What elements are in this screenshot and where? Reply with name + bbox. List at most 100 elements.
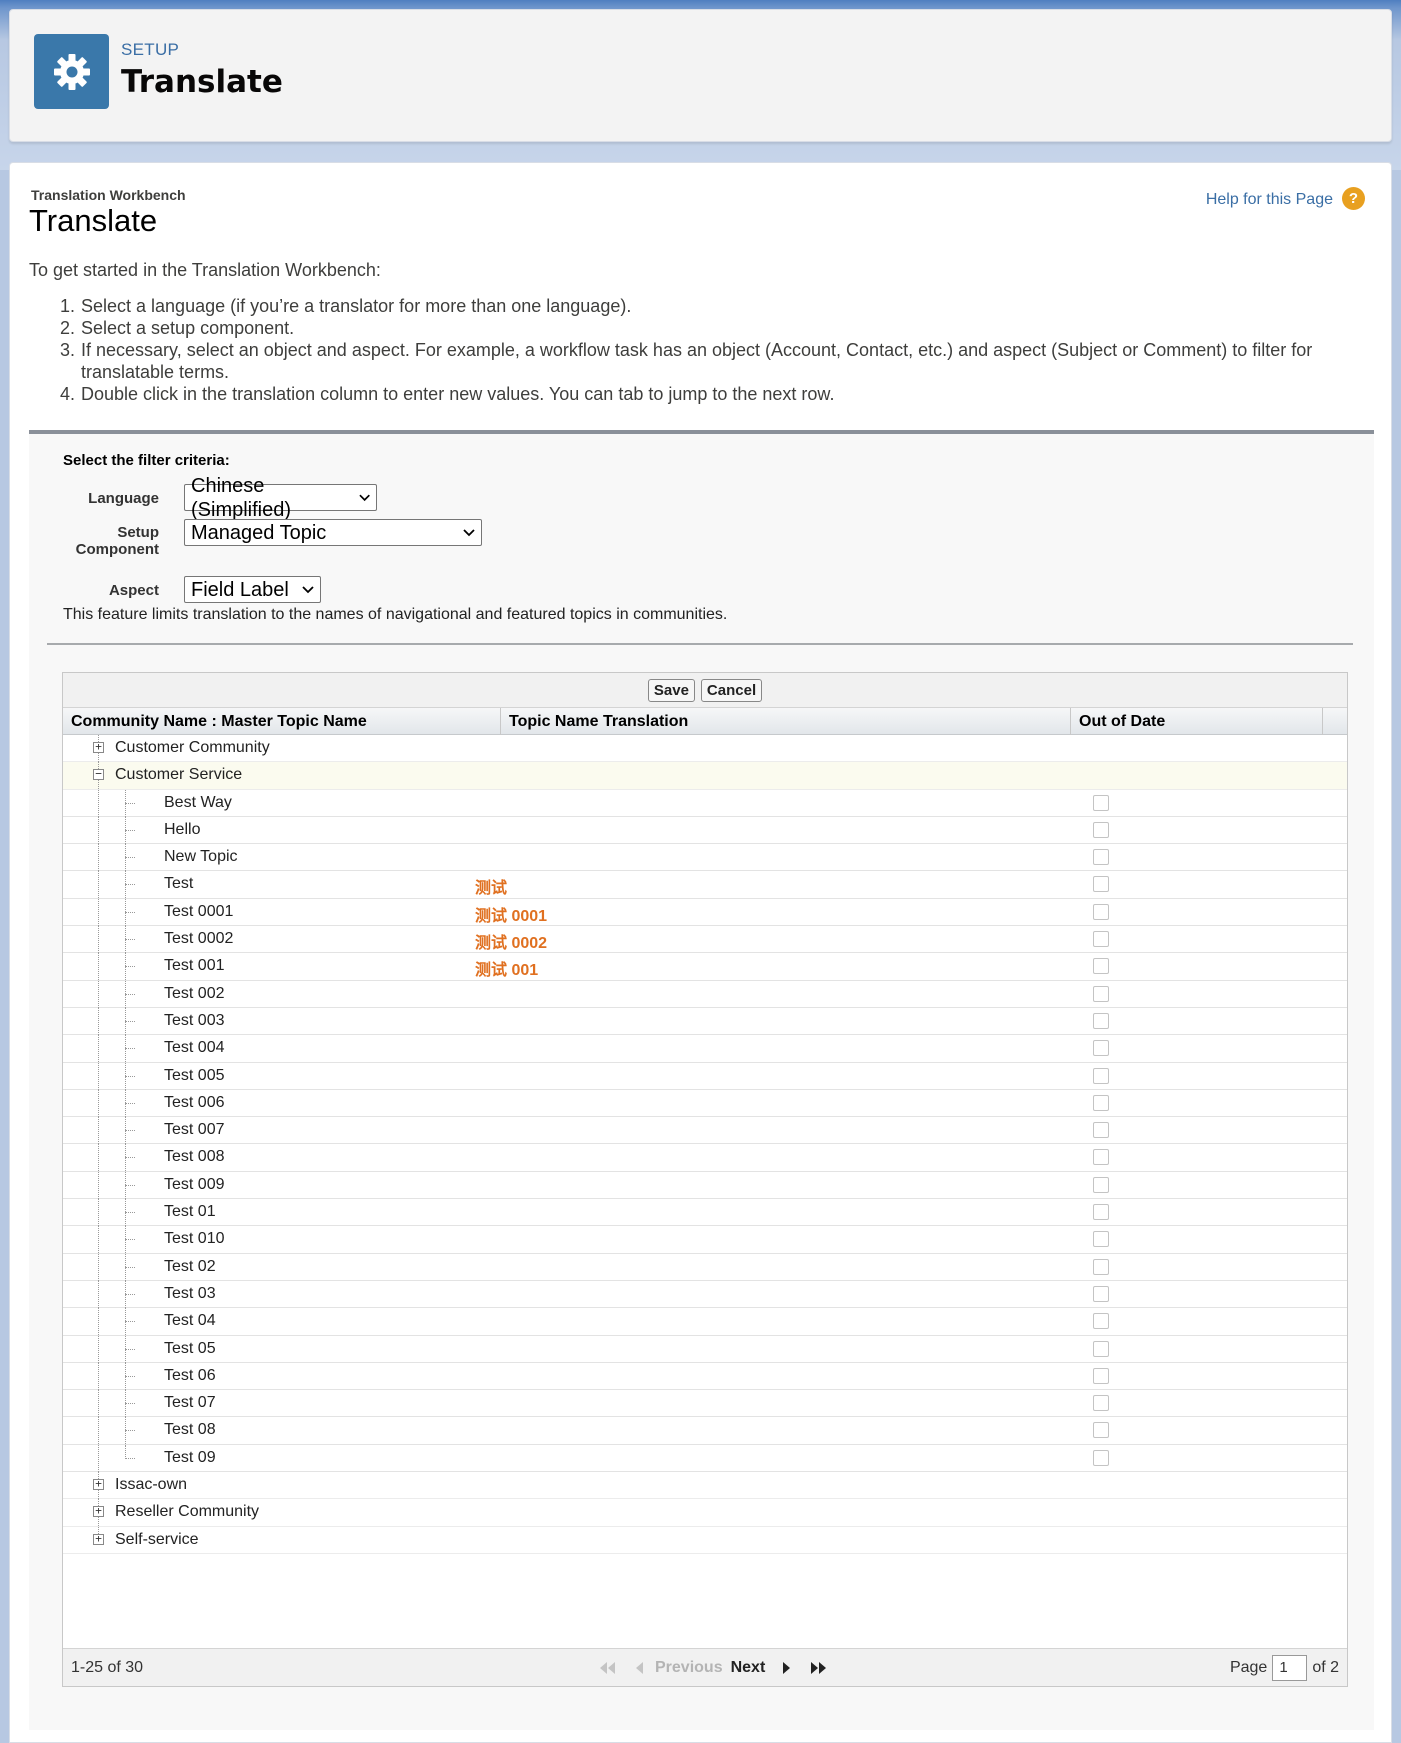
step-text: Select a language (if you’re a translato… (81, 296, 632, 316)
table-row[interactable]: Test 测试 (63, 871, 1347, 899)
table-row[interactable]: Test 010 (63, 1226, 1347, 1254)
out-of-date-checkbox[interactable] (1093, 1149, 1109, 1166)
tree-connector (125, 802, 135, 804)
help-icon[interactable]: ? (1342, 187, 1365, 210)
table-row[interactable]: Test 06 (63, 1362, 1347, 1391)
out-of-date-checkbox[interactable] (1093, 1067, 1109, 1084)
table-row[interactable]: Test 002 (63, 980, 1347, 1008)
out-of-date-checkbox[interactable] (1093, 1231, 1109, 1248)
master-topic-name: Test 005 (164, 1066, 225, 1084)
table-row[interactable]: Test 004 (63, 1035, 1347, 1063)
table-row[interactable]: Test 01 (63, 1199, 1347, 1227)
tree-parent-row[interactable]: + Issac-own (63, 1472, 1347, 1500)
table-row[interactable]: Test 008 (63, 1144, 1347, 1172)
page-label: Page (1229, 1659, 1268, 1676)
out-of-date-checkbox[interactable] (1093, 1313, 1109, 1330)
cancel-button[interactable]: Cancel (700, 678, 763, 702)
master-topic-name: Test 008 (164, 1148, 225, 1166)
language-label: Language (88, 490, 159, 507)
tree-connector (125, 1157, 135, 1159)
out-of-date-checkbox[interactable] (1093, 1449, 1109, 1466)
out-of-date-checkbox[interactable] (1093, 1258, 1109, 1275)
setup-component-select[interactable]: Managed Topic (184, 519, 482, 546)
out-of-date-checkbox[interactable] (1093, 849, 1109, 866)
table-row[interactable]: Test 003 (63, 1007, 1347, 1036)
page-number-input[interactable]: 1 (1272, 1655, 1308, 1681)
master-topic-name: Test 05 (164, 1339, 216, 1357)
topic-translation-cell[interactable]: 测试 001 (475, 956, 538, 980)
double-chevron-right-icon[interactable] (809, 1661, 827, 1675)
table-row[interactable]: New Topic (63, 844, 1347, 872)
out-of-date-checkbox[interactable] (1093, 1122, 1109, 1139)
aspect-select[interactable]: Field Label (184, 576, 321, 603)
table-row[interactable]: Test 03 (63, 1280, 1347, 1309)
topic-translation-cell[interactable]: 测试 0002 (475, 929, 547, 953)
collapse-icon[interactable]: − (93, 768, 104, 781)
out-of-date-checkbox[interactable] (1093, 1204, 1109, 1221)
out-of-date-checkbox[interactable] (1093, 1094, 1109, 1111)
table-row[interactable]: Hello (63, 816, 1347, 845)
table-row[interactable]: Test 02 (63, 1253, 1347, 1281)
out-of-date-checkbox[interactable] (1093, 821, 1109, 838)
out-of-date-checkbox[interactable] (1093, 958, 1109, 975)
table-row[interactable]: Test 007 (63, 1117, 1347, 1145)
chevron-down-icon (302, 585, 314, 593)
expand-icon[interactable]: + (93, 1533, 104, 1545)
table-row[interactable]: Test 0002 测试 0002 (63, 926, 1347, 954)
table-row[interactable]: Test 001 测试 001 (63, 953, 1347, 981)
help-link[interactable]: Help for this Page (1206, 191, 1333, 209)
expand-icon[interactable]: + (93, 741, 104, 753)
out-of-date-checkbox[interactable] (1093, 1176, 1109, 1193)
table-row[interactable]: Test 0001 测试 0001 (63, 898, 1347, 927)
tree-connector (98, 1390, 99, 1418)
table-row[interactable]: Test 05 (63, 1335, 1347, 1363)
page-control: Page 1 of 2 (1230, 1655, 1339, 1681)
table-row[interactable]: Best Way (63, 789, 1347, 817)
table-body: + Customer Community − Customer Service Best… (63, 735, 1347, 1554)
table-row[interactable]: Test 005 (63, 1062, 1347, 1090)
topic-translation-cell[interactable]: 测试 0001 (475, 902, 547, 926)
out-of-date-checkbox[interactable] (1093, 1012, 1109, 1029)
expand-icon[interactable]: + (93, 1478, 104, 1491)
language-select[interactable]: Chinese (Simplified) (184, 475, 377, 521)
out-of-date-checkbox[interactable] (1093, 931, 1109, 948)
tree-parent-row[interactable]: + Self-service (63, 1526, 1347, 1554)
next-link[interactable]: Next (731, 1659, 766, 1677)
out-of-date-checkbox[interactable] (1093, 1040, 1109, 1057)
previous-link[interactable]: Previous (655, 1659, 723, 1677)
tree-parent-row[interactable]: + Customer Community (63, 735, 1347, 763)
save-button[interactable]: Save (647, 678, 695, 702)
out-of-date-checkbox[interactable] (1093, 876, 1109, 893)
expand-icon[interactable]: + (93, 1505, 104, 1518)
column-header-out-of-date[interactable]: Out of Date (1071, 708, 1323, 735)
table-row[interactable]: Test 08 (63, 1417, 1347, 1445)
step-number: 3. (59, 340, 75, 360)
pagination-bar: 1-25 of 30 Previous Next Page 1 of 2 (63, 1648, 1347, 1686)
column-header-master-topic[interactable]: Community Name : Master Topic Name (63, 708, 501, 735)
out-of-date-checkbox[interactable] (1093, 1340, 1109, 1357)
tree-parent-row[interactable]: + Reseller Community (63, 1499, 1347, 1527)
column-header-translation[interactable]: Topic Name Translation (501, 708, 1071, 735)
gear-icon (53, 53, 90, 90)
master-topic-name: Test 007 (164, 1121, 225, 1139)
table-row[interactable]: Test 006 (63, 1089, 1347, 1118)
tree-parent-row[interactable]: − Customer Service (63, 762, 1347, 790)
out-of-date-checkbox[interactable] (1093, 794, 1109, 811)
table-row[interactable]: Test 04 (63, 1308, 1347, 1336)
table-row[interactable]: Test 009 (63, 1171, 1347, 1200)
table-row[interactable]: Test 09 (63, 1444, 1347, 1473)
out-of-date-checkbox[interactable] (1093, 1285, 1109, 1302)
out-of-date-checkbox[interactable] (1093, 1395, 1109, 1412)
triangle-right-icon[interactable] (779, 1661, 793, 1675)
out-of-date-checkbox[interactable] (1093, 1367, 1109, 1384)
out-of-date-checkbox[interactable] (1093, 1422, 1109, 1439)
out-of-date-checkbox[interactable] (1093, 985, 1109, 1002)
tree-connector (98, 1308, 99, 1336)
topic-translation-cell[interactable]: 测试 (475, 874, 507, 898)
table-row[interactable]: Test 07 (63, 1390, 1347, 1418)
out-of-date-checkbox[interactable] (1093, 903, 1109, 920)
double-chevron-left-icon[interactable] (599, 1661, 617, 1675)
tree-connector (98, 1171, 99, 1199)
triangle-left-icon[interactable] (633, 1661, 647, 1675)
master-topic-name: Test 03 (164, 1284, 216, 1302)
